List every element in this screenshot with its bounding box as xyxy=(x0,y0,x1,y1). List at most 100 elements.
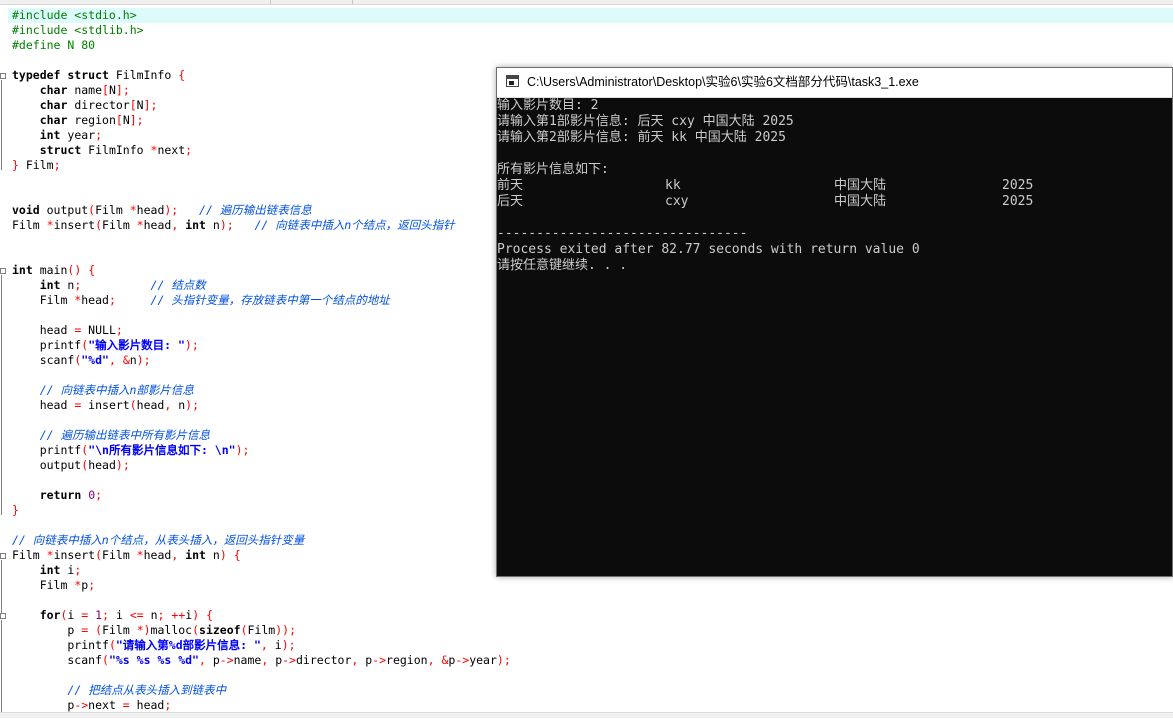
horizontal-scrollbar[interactable] xyxy=(0,712,1173,718)
code-token: int xyxy=(39,128,61,142)
code-line[interactable]: output(head); xyxy=(12,458,130,473)
code-token: Film xyxy=(102,218,137,232)
code-line[interactable]: int year; xyxy=(12,128,102,143)
code-token: malloc xyxy=(150,623,193,637)
code-token: { xyxy=(88,263,96,277)
code-line[interactable]: char name[N]; xyxy=(12,83,130,98)
code-token: next xyxy=(157,143,186,157)
code-token: Film xyxy=(95,203,130,217)
code-line[interactable]: // 向链表中插入n个结点，从表头插入，返回头指针变量 xyxy=(12,533,304,548)
code-token: Film xyxy=(12,293,75,307)
code-line[interactable]: Film *insert(Film *head, int n); // 向链表中… xyxy=(12,218,455,233)
code-token: { xyxy=(206,608,214,622)
code-line[interactable]: printf("输入影片数目: "); xyxy=(12,338,199,353)
code-line[interactable]: scanf("%d", &n); xyxy=(12,353,151,368)
code-token: int xyxy=(39,563,61,577)
code-token: next xyxy=(88,698,123,712)
code-line[interactable]: } xyxy=(12,503,19,518)
code-line[interactable]: } Film; xyxy=(12,158,61,173)
code-line[interactable]: printf("请输入第%d部影片信息: ", i); xyxy=(12,638,295,653)
fold-toggle-icon[interactable] xyxy=(0,268,6,274)
code-token: n xyxy=(205,218,220,232)
fold-toggle-icon[interactable] xyxy=(0,613,6,619)
code-line[interactable]: Film *insert(Film *head, int n) { xyxy=(12,548,241,563)
code-line[interactable]: int i; xyxy=(12,563,82,578)
code-line[interactable]: // 把结点从表头插入到链表中 xyxy=(12,683,226,698)
code-line[interactable]: scanf("%s %s %s %d", p->name, p->directo… xyxy=(12,653,510,668)
fold-toggle-icon[interactable] xyxy=(0,73,6,79)
code-token: region xyxy=(386,653,428,667)
code-token: ) xyxy=(219,548,227,562)
code-token: ( xyxy=(95,218,103,232)
console-titlebar[interactable]: C:\Users\Administrator\Desktop\实验6\实验6文档… xyxy=(497,68,1172,98)
console-output[interactable]: 输入影片数目: 2 请输入第1部影片信息: 后天 cxy 中国大陆 2025 请输入… xyxy=(497,98,1172,576)
code-token: ); xyxy=(164,203,179,217)
code-line[interactable]: char region[N]; xyxy=(12,113,144,128)
fold-line xyxy=(1,275,2,515)
code-line[interactable]: p->next = head; xyxy=(12,698,171,713)
code-token: <= xyxy=(129,608,144,622)
console-title: C:\Users\Administrator\Desktop\实验6\实验6文档… xyxy=(527,75,919,89)
code-line[interactable]: printf("\n所有影片信息如下: \n"); xyxy=(12,443,250,458)
code-token: -> xyxy=(455,653,470,667)
code-token: n xyxy=(171,398,186,412)
code-token: i xyxy=(109,608,130,622)
code-token: // 头指针变量，存放链表中第一个结点的地址 xyxy=(150,293,390,307)
code-token: Film xyxy=(12,218,47,232)
code-token: insert xyxy=(53,548,96,562)
code-token: director xyxy=(67,98,130,112)
code-line[interactable]: p = (Film *)malloc(sizeof(Film)); xyxy=(12,623,296,638)
current-code-line[interactable]: #include <stdio.h> xyxy=(8,8,1173,23)
code-token: } xyxy=(12,158,19,172)
code-token: char xyxy=(39,98,68,112)
code-token: [ xyxy=(115,113,123,127)
code-token: output xyxy=(39,203,89,217)
code-line[interactable]: void output(Film *head); // 遍历输出链表信息 xyxy=(12,203,312,218)
code-line[interactable]: head = NULL; xyxy=(12,323,123,338)
code-line[interactable]: Film *head; // 头指针变量，存放链表中第一个结点的地址 xyxy=(12,293,390,308)
code-token: N xyxy=(136,98,144,112)
code-token: // 向链表中插入n个结点，返回头指针 xyxy=(254,218,455,232)
code-token: #include <stdlib.h> xyxy=(12,23,144,37)
code-token: ( xyxy=(192,623,200,637)
code-token: p xyxy=(12,698,75,712)
code-line[interactable]: head = insert(head, n); xyxy=(12,398,199,413)
code-line[interactable]: // 向链表中插入n部影片信息 xyxy=(12,383,194,398)
code-token: ); xyxy=(185,398,200,412)
code-line[interactable]: for(i = 1; i <= n; ++i) { xyxy=(12,608,213,623)
code-line[interactable]: int n; // 结点数 xyxy=(12,278,206,293)
code-token: printf xyxy=(12,338,82,352)
code-line[interactable]: Film *p; xyxy=(12,578,95,593)
console-window[interactable]: C:\Users\Administrator\Desktop\实验6\实验6文档… xyxy=(496,67,1173,577)
code-token: * xyxy=(136,548,144,562)
code-token: = xyxy=(122,698,130,712)
code-line[interactable]: // 遍历输出链表中所有影片信息 xyxy=(12,428,210,443)
code-token: head xyxy=(12,398,75,412)
code-token: ; xyxy=(164,698,172,712)
console-app-icon xyxy=(506,75,519,87)
fold-toggle-icon[interactable] xyxy=(0,553,6,559)
console-line: -------------------------------- xyxy=(497,226,748,241)
code-token: head xyxy=(143,548,172,562)
code-line[interactable]: #include <stdlib.h> xyxy=(12,23,144,38)
code-token: , xyxy=(108,353,116,367)
code-line[interactable]: typedef struct FilmInfo { xyxy=(12,68,185,83)
console-line: Process exited after 82.77 seconds with … xyxy=(497,242,920,257)
code-line[interactable]: int main() { xyxy=(12,263,95,278)
code-token: head xyxy=(136,398,165,412)
code-token: )); xyxy=(275,623,296,637)
code-line[interactable]: #define N 80 xyxy=(12,38,95,53)
code-line[interactable]: return 0; xyxy=(12,488,102,503)
code-token: , xyxy=(260,638,268,652)
code-line[interactable]: struct FilmInfo *next; xyxy=(12,143,192,158)
code-token: "请输入第%d部影片信息: " xyxy=(115,638,261,652)
code-token: head xyxy=(88,458,116,472)
code-line[interactable]: char director[N]; xyxy=(12,98,158,113)
code-token: * xyxy=(136,218,144,232)
console-line: 请输入第2部影片信息: 前天 kk 中国大陆 2025 xyxy=(497,130,786,145)
code-token: n xyxy=(205,548,220,562)
code-token: head xyxy=(81,293,109,307)
